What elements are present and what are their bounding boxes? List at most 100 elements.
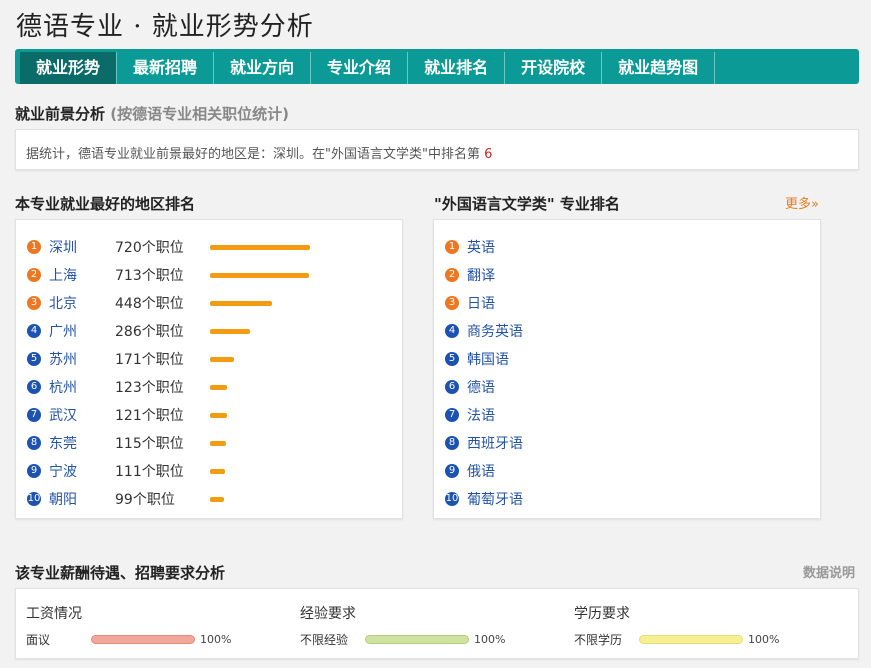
major-row: 8 西班牙语 (434, 429, 820, 457)
prospect-summary: 据统计，德语专业就业前景最好的地区是：深圳。在"外国语言文学类"中排名第 6 (15, 129, 859, 170)
region-row: 4 广州 286个职位 (16, 317, 402, 345)
region-row: 10 朝阳 99个职位 (16, 485, 402, 513)
main-nav: 就业形势 最新招聘 就业方向 专业介绍 就业排名 开设院校 就业趋势图 (15, 49, 859, 84)
rank-badge: 2 (27, 268, 41, 282)
major-row: 10 葡萄牙语 (434, 485, 820, 513)
rank-badge: 6 (27, 380, 41, 394)
education-column: 学历要求 不限学历 100% (574, 603, 779, 648)
region-link[interactable]: 朝阳 (49, 489, 115, 509)
region-bar (210, 468, 225, 474)
major-link[interactable]: 德语 (467, 377, 495, 397)
region-link[interactable]: 上海 (49, 265, 115, 285)
experience-column: 经验要求 不限经验 100% (300, 603, 505, 648)
region-link[interactable]: 苏州 (49, 349, 115, 369)
region-job-count: 123个职位 (115, 380, 184, 396)
region-link[interactable]: 广州 (49, 321, 115, 341)
page-title: 德语专业 · 就业形势分析 (16, 12, 314, 42)
majors-panel: 1 英语 2 翻译 3 日语 4 商务英语 5 韩国语 6 德语 7 法语 8 西班牙语 9 俄语 10 葡萄牙语 (433, 219, 821, 519)
major-row: 5 韩国语 (434, 345, 820, 373)
major-link[interactable]: 西班牙语 (467, 433, 523, 453)
region-job-count: 121个职位 (115, 408, 184, 424)
tab-latest-jobs[interactable]: 最新招聘 (117, 52, 215, 84)
region-bar (210, 496, 224, 502)
salary-col-title: 工资情况 (26, 606, 82, 622)
region-bar (210, 384, 227, 390)
region-row: 3 北京 448个职位 (16, 289, 402, 317)
major-row: 3 日语 (434, 289, 820, 317)
region-job-count: 286个职位 (115, 324, 184, 340)
regions-title: 本专业就业最好的地区排名 (15, 195, 196, 213)
rank-badge: 9 (445, 464, 459, 478)
region-row: 2 上海 713个职位 (16, 261, 402, 289)
tab-major-intro[interactable]: 专业介绍 (311, 52, 409, 84)
rank-badge: 3 (27, 296, 41, 310)
region-link[interactable]: 武汉 (49, 405, 115, 425)
rank-badge: 3 (445, 296, 459, 310)
region-bar (210, 272, 309, 278)
region-job-count: 713个职位 (115, 268, 184, 284)
region-link[interactable]: 深圳 (49, 237, 115, 257)
prospect-heading: 就业前景分析 (按德语专业相关职位统计) (15, 103, 289, 124)
region-row: 5 苏州 171个职位 (16, 345, 402, 373)
major-link[interactable]: 商务英语 (467, 321, 523, 341)
rank-badge: 9 (27, 464, 41, 478)
data-note-link[interactable]: 数据说明 (803, 562, 855, 581)
tab-career-direction[interactable]: 就业方向 (214, 52, 312, 84)
region-row: 6 杭州 123个职位 (16, 373, 402, 401)
rank-badge: 10 (445, 492, 459, 506)
experience-progress-bar (365, 635, 469, 644)
region-job-count: 111个职位 (115, 464, 184, 480)
rank-badge: 4 (445, 324, 459, 338)
region-link[interactable]: 杭州 (49, 377, 115, 397)
region-job-count: 115个职位 (115, 436, 184, 452)
region-list: 1 深圳 720个职位 2 上海 713个职位 3 北京 448个职位 4 广州 286个职位 5 苏州 1… (16, 220, 402, 513)
prospect-title: 就业前景分析 (15, 105, 106, 123)
major-row: 9 俄语 (434, 457, 820, 485)
region-link[interactable]: 北京 (49, 293, 115, 313)
region-job-count: 171个职位 (115, 352, 184, 368)
major-row: 2 翻译 (434, 261, 820, 289)
region-link[interactable]: 宁波 (49, 461, 115, 481)
rank-badge: 1 (27, 240, 41, 254)
region-bar (210, 356, 234, 362)
region-link[interactable]: 东莞 (49, 433, 115, 453)
major-link[interactable]: 英语 (467, 237, 495, 257)
major-list: 1 英语 2 翻译 3 日语 4 商务英语 5 韩国语 6 德语 7 法语 8 西班牙语 9 俄语 10 葡萄牙语 (434, 220, 820, 513)
education-col-title: 学历要求 (574, 606, 630, 622)
regions-panel: 1 深圳 720个职位 2 上海 713个职位 3 北京 448个职位 4 广州 286个职位 5 苏州 1… (15, 219, 403, 519)
tab-trend-chart[interactable]: 就业趋势图 (602, 52, 716, 84)
rank-badge: 2 (445, 268, 459, 282)
region-bar (210, 244, 310, 250)
major-link[interactable]: 法语 (467, 405, 495, 425)
major-row: 4 商务英语 (434, 317, 820, 345)
rank-badge: 4 (27, 324, 41, 338)
majors-title: "外国语言文学类" 专业排名 (434, 195, 620, 213)
salary-progress-bar (91, 635, 195, 644)
rank-badge: 1 (445, 240, 459, 254)
region-job-count: 448个职位 (115, 296, 184, 312)
major-link[interactable]: 葡萄牙语 (467, 489, 523, 509)
salary-title: 该专业薪酬待遇、招聘要求分析 (15, 564, 226, 582)
region-job-count: 99个职位 (115, 492, 175, 508)
major-link[interactable]: 俄语 (467, 461, 495, 481)
major-row: 7 法语 (434, 401, 820, 429)
education-progress-bar (639, 635, 743, 644)
major-row: 6 德语 (434, 373, 820, 401)
tab-employment-ranking[interactable]: 就业排名 (408, 52, 506, 84)
education-percent: 100% (748, 633, 780, 646)
region-row: 1 深圳 720个职位 (16, 233, 402, 261)
tab-universities[interactable]: 开设院校 (505, 52, 603, 84)
tab-employment-status[interactable]: 就业形势 (20, 52, 118, 84)
region-bar (210, 300, 272, 306)
major-link[interactable]: 日语 (467, 293, 495, 313)
salary-percent: 100% (200, 633, 232, 646)
rank-badge: 7 (27, 408, 41, 422)
summary-text: 据统计，德语专业就业前景最好的地区是：深圳。在"外国语言文学类"中排名第 (26, 147, 480, 162)
rank-badge: 8 (445, 436, 459, 450)
salary-value: 面议 (26, 633, 51, 647)
experience-percent: 100% (474, 633, 506, 646)
major-link[interactable]: 韩国语 (467, 349, 509, 369)
major-link[interactable]: 翻译 (467, 265, 495, 285)
more-link[interactable]: 更多» (785, 193, 819, 212)
rank-badge: 5 (445, 352, 459, 366)
